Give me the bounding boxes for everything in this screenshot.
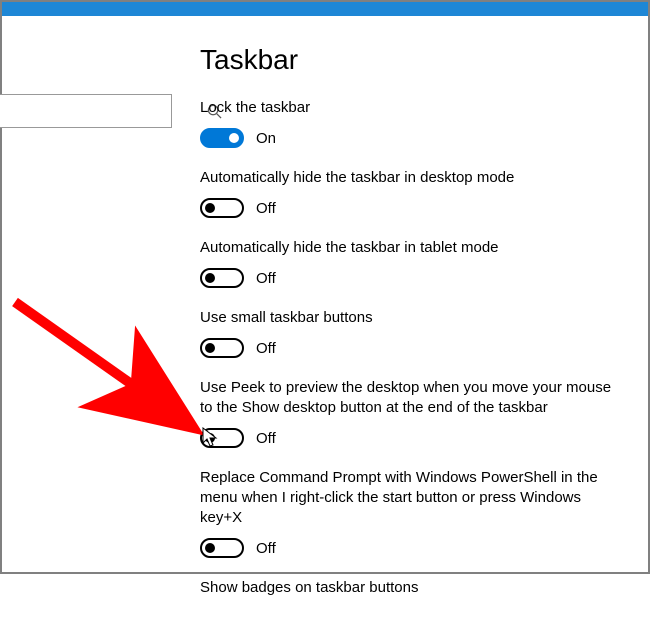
setting-autohide-tablet: Automatically hide the taskbar in tablet… bbox=[200, 238, 638, 288]
setting-show-badges: Show badges on taskbar buttons bbox=[200, 578, 638, 598]
page-title: Taskbar bbox=[200, 44, 638, 76]
annotation-arrow bbox=[10, 296, 220, 456]
setting-lock-taskbar: Lock the taskbar On bbox=[200, 98, 638, 148]
toggle-autohide-desktop[interactable] bbox=[200, 198, 244, 218]
toggle-small-buttons[interactable] bbox=[200, 338, 244, 358]
toggle-state-label: Off bbox=[256, 540, 276, 557]
toggle-state-label: Off bbox=[256, 430, 276, 447]
setting-peek-preview: Use Peek to preview the desktop when you… bbox=[200, 378, 638, 448]
window-titlebar bbox=[2, 2, 648, 16]
setting-label: Automatically hide the taskbar in tablet… bbox=[200, 238, 620, 258]
setting-label: Lock the taskbar bbox=[200, 98, 620, 118]
setting-small-buttons: Use small taskbar buttons Off bbox=[200, 308, 638, 358]
toggle-replace-cmd[interactable] bbox=[200, 538, 244, 558]
toggle-peek-preview[interactable] bbox=[200, 428, 244, 448]
toggle-autohide-tablet[interactable] bbox=[200, 268, 244, 288]
toggle-state-label: On bbox=[256, 130, 276, 147]
search-box[interactable] bbox=[0, 94, 172, 128]
setting-label: Replace Command Prompt with Windows Powe… bbox=[200, 468, 620, 528]
setting-label: Use small taskbar buttons bbox=[200, 308, 620, 328]
setting-label: Automatically hide the taskbar in deskto… bbox=[200, 168, 620, 188]
setting-label: Show badges on taskbar buttons bbox=[200, 578, 620, 598]
toggle-state-label: Off bbox=[256, 270, 276, 287]
setting-label: Use Peek to preview the desktop when you… bbox=[200, 378, 620, 418]
setting-replace-cmd: Replace Command Prompt with Windows Powe… bbox=[200, 468, 638, 558]
toggle-state-label: Off bbox=[256, 200, 276, 217]
setting-autohide-desktop: Automatically hide the taskbar in deskto… bbox=[200, 168, 638, 218]
search-input[interactable] bbox=[0, 102, 207, 121]
toggle-state-label: Off bbox=[256, 340, 276, 357]
toggle-lock-taskbar[interactable] bbox=[200, 128, 244, 148]
